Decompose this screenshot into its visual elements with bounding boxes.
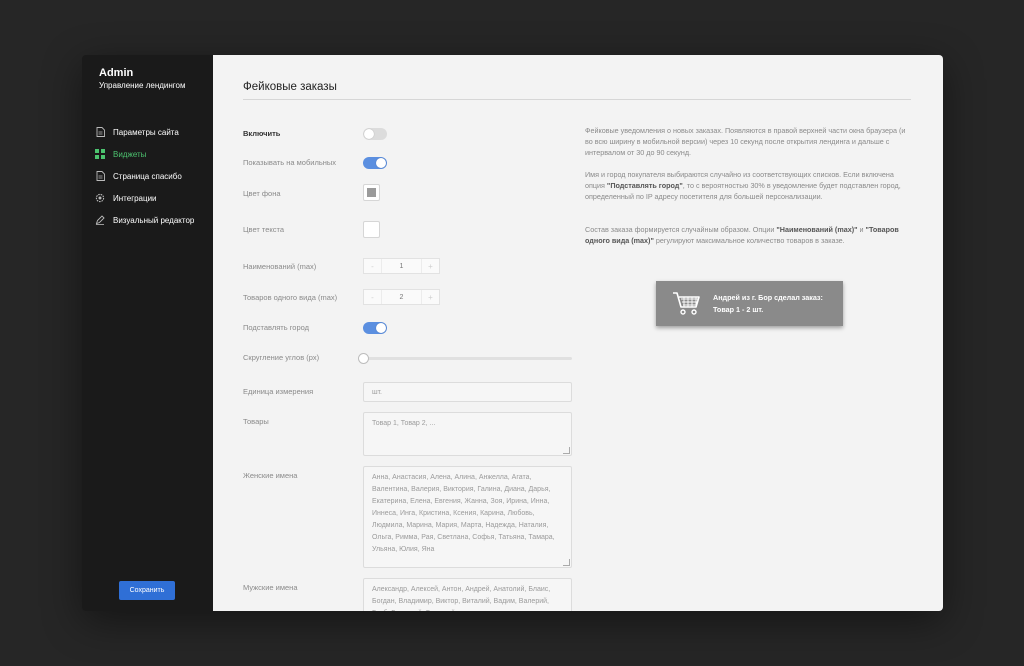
city-label: Подставлять город (243, 323, 310, 332)
radius-slider-track[interactable] (363, 357, 572, 360)
female-names-label: Женские имена (243, 471, 298, 480)
description-text: и (857, 225, 866, 234)
title-divider (243, 99, 911, 100)
male-names-value: Александр, Алексей, Антон, Андрей, Анато… (372, 586, 551, 611)
save-button[interactable]: Сохранить (119, 581, 175, 600)
grid-icon (95, 149, 105, 159)
names-max-value[interactable]: 1 (381, 259, 422, 273)
sidebar-item-label: Страница спасибо (113, 171, 182, 181)
gear-icon (95, 193, 105, 203)
pen-icon (95, 215, 105, 225)
bg-color-label: Цвет фона (243, 189, 281, 198)
city-toggle[interactable] (363, 322, 387, 334)
main-content: Фейковые заказы Включить Показывать на м… (213, 55, 943, 611)
description-emphasis: "Подставлять город" (606, 181, 683, 191)
sidebar-item-label: Параметры сайта (113, 127, 179, 137)
sidebar-item-label: Визуальный редактор (113, 215, 195, 225)
names-max-stepper: - 1 + (363, 258, 440, 274)
brand-subtitle: Управление лендингом (99, 81, 186, 90)
unit-input[interactable]: шт. (363, 382, 572, 402)
bg-color-preview (367, 188, 376, 197)
cart-icon (667, 291, 707, 317)
male-names-label: Мужские имена (243, 583, 298, 592)
description-paragraph-2: Имя и город покупателя выбираются случай… (585, 169, 915, 203)
names-max-decrement-button[interactable]: - (364, 259, 381, 273)
resize-handle-icon[interactable] (563, 559, 570, 566)
notification-text: Андрей из г. Бор сделал заказ: Товар 1 -… (713, 292, 823, 316)
names-max-increment-button[interactable]: + (422, 259, 439, 273)
sidebar-item-widgets[interactable]: Виджеты (95, 143, 213, 165)
text-color-label: Цвет текста (243, 225, 285, 234)
description-text: регулируют максимальное количество товар… (653, 236, 845, 246)
same-max-label: Товаров одного вида (max) (243, 293, 338, 302)
enable-label: Включить (243, 129, 281, 138)
sidebar-item-visual-editor[interactable]: Визуальный редактор (95, 209, 213, 231)
sidebar-item-site-settings[interactable]: Параметры сайта (95, 121, 213, 143)
text-color-picker[interactable] (363, 221, 380, 238)
sidebar-item-label: Виджеты (113, 149, 147, 159)
goods-placeholder: Товар 1, Товар 2, ... (372, 420, 436, 427)
brand-title: Admin (99, 67, 134, 79)
sidebar: Admin Управление лендингом Параметры сай… (82, 55, 213, 611)
notification-line-1: Андрей из г. Бор сделал заказ: (713, 292, 823, 302)
mobile-toggle[interactable] (363, 157, 387, 169)
notification-preview: Андрей из г. Бор сделал заказ: Товар 1 -… (656, 281, 843, 326)
bg-color-picker[interactable] (363, 184, 380, 201)
same-max-increment-button[interactable]: + (422, 290, 439, 304)
goods-label: Товары (243, 417, 269, 426)
radius-slider-thumb[interactable] (358, 353, 369, 364)
sidebar-item-thanks-page[interactable]: Страница спасибо (95, 165, 213, 187)
description-paragraph-3: Состав заказа формируется случайным обра… (585, 224, 915, 246)
page-title: Фейковые заказы (243, 81, 337, 93)
male-names-textarea[interactable]: Александр, Алексей, Антон, Андрей, Анато… (363, 578, 572, 611)
document-icon (95, 171, 105, 181)
female-names-value: Анна, Анастасия, Алена, Алина, Анжелла, … (372, 474, 555, 553)
mobile-label: Показывать на мобильных (243, 158, 337, 167)
sidebar-nav: Параметры сайта Виджеты Страница спасибо… (95, 121, 213, 231)
resize-handle-icon[interactable] (563, 447, 570, 454)
notification-line-2: Товар 1 - 2 шт. (713, 304, 764, 314)
female-names-textarea[interactable]: Анна, Анастасия, Алена, Алина, Анжелла, … (363, 466, 572, 568)
sidebar-item-integrations[interactable]: Интеграции (95, 187, 213, 209)
document-icon (95, 127, 105, 137)
admin-window: Admin Управление лендингом Параметры сай… (82, 55, 943, 611)
names-max-label: Наименований (max) (243, 262, 317, 271)
same-max-stepper: - 2 + (363, 289, 440, 305)
same-max-decrement-button[interactable]: - (364, 290, 381, 304)
goods-textarea[interactable]: Товар 1, Товар 2, ... (363, 412, 572, 456)
sidebar-item-label: Интеграции (113, 193, 157, 203)
description-emphasis: "Наименований (max)" (776, 225, 858, 234)
description-paragraph-1: Фейковые уведомления о новых заказах. По… (585, 126, 906, 158)
enable-toggle[interactable] (363, 128, 387, 140)
unit-label: Единица измерения (243, 387, 314, 396)
description-text: Состав заказа формируется случайным обра… (585, 225, 777, 234)
same-max-value[interactable]: 2 (381, 290, 422, 304)
radius-label: Скругление углов (px) (243, 353, 320, 362)
